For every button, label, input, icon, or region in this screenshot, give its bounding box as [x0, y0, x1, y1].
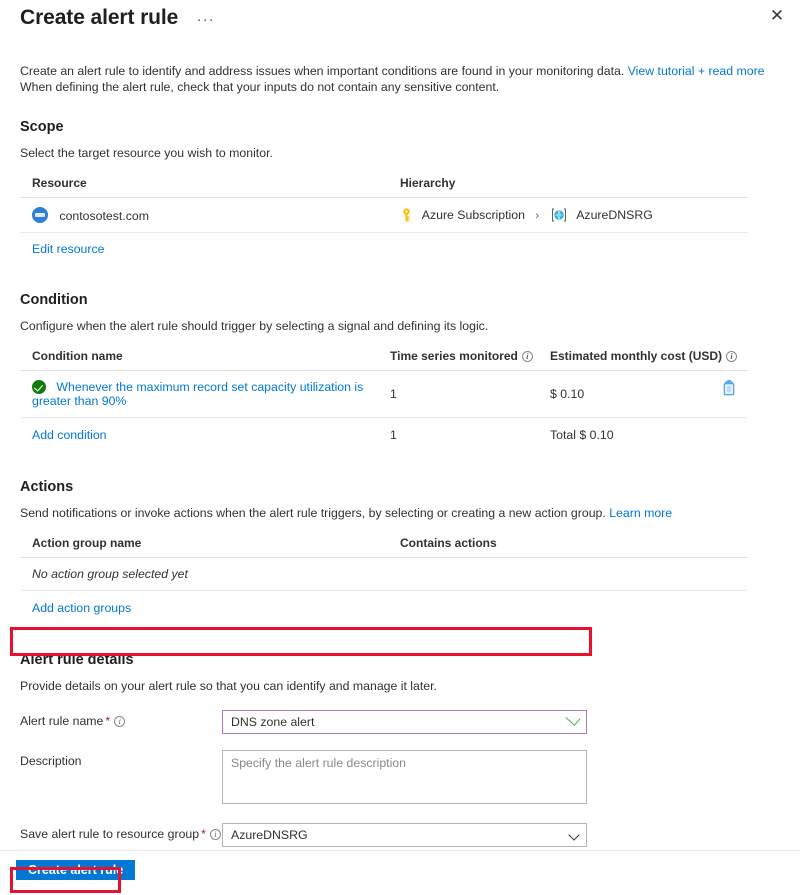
- condition-title: Condition: [20, 292, 88, 308]
- scope-table: Resource Hierarchy contosotest.com Azure…: [20, 172, 748, 265]
- table-header-row: Resource Hierarchy: [20, 172, 748, 198]
- condition-table: Condition name Time series monitored i Es…: [20, 345, 748, 451]
- actions-add-cell: Add action groups: [20, 591, 400, 625]
- resource-group-value: AzureDNSRG: [231, 828, 308, 842]
- description-label: Description: [20, 754, 82, 768]
- condition-total-cost: Total $ 0.10: [550, 428, 614, 442]
- blade-content: Create an alert rule to identify and add…: [0, 63, 800, 895]
- condition-cost-cell: $ 0.10: [550, 370, 748, 418]
- info-icon[interactable]: i: [521, 351, 533, 362]
- condition-column-cost: Estimated monthly cost (USD) i: [550, 345, 748, 371]
- actions-section: Actions Send notifications or invoke act…: [20, 479, 780, 624]
- resource-group-icon: [551, 208, 567, 222]
- scope-resource-group-name: AzureDNSRG: [576, 208, 653, 222]
- condition-description: Configure when the alert rule should tri…: [20, 319, 489, 333]
- actions-table: Action group name Contains actions No ac…: [20, 532, 748, 624]
- scope-subscription-name: Azure Subscription: [421, 208, 525, 222]
- condition-name-link[interactable]: Whenever the maximum record set capacity…: [32, 380, 363, 408]
- table-row: Whenever the maximum record set capacity…: [20, 370, 748, 418]
- intro-text: Create an alert rule to identify and add…: [20, 63, 780, 95]
- table-header-row: Condition name Time series monitored i Es…: [20, 345, 748, 371]
- view-tutorial-link[interactable]: View tutorial + read more: [628, 64, 765, 78]
- details-title: Alert rule details: [20, 652, 134, 668]
- condition-column-name: Condition name: [20, 345, 390, 371]
- scope-resource-cell: contosotest.com: [20, 197, 400, 233]
- table-header-row: Action group name Contains actions: [20, 532, 748, 558]
- table-row: No action group selected yet: [20, 557, 748, 591]
- details-description: Provide details on your alert rule so th…: [20, 679, 437, 693]
- description-row: Description: [20, 750, 780, 809]
- actions-empty-text: No action group selected yet: [20, 557, 400, 591]
- chevron-right-icon: ›: [535, 210, 540, 222]
- alert-rule-name-label: Alert rule name * i: [20, 710, 222, 728]
- scope-column-hierarchy: Hierarchy: [400, 172, 748, 198]
- info-icon[interactable]: i: [114, 716, 126, 727]
- scope-edit-cell: Edit resource: [20, 233, 400, 266]
- scope-actions-row: Edit resource: [20, 233, 748, 266]
- key-icon: [400, 208, 413, 222]
- learn-more-link[interactable]: Learn more: [609, 506, 672, 520]
- resource-group-row: Save alert rule to resource group * i Azur…: [20, 823, 780, 847]
- description-field-wrap: [222, 750, 587, 809]
- intro-line-2: When defining the alert rule, check that…: [20, 80, 500, 94]
- condition-add-cell: Add condition: [20, 418, 390, 452]
- table-row: contosotest.com Azure Subscription › Azu…: [20, 197, 748, 233]
- resource-group-select[interactable]: AzureDNSRG: [222, 823, 587, 847]
- create-alert-rule-button[interactable]: Create alert rule: [16, 860, 136, 880]
- condition-column-time-series: Time series monitored i: [390, 345, 550, 371]
- info-icon[interactable]: i: [209, 829, 221, 840]
- dns-zone-icon: [32, 207, 48, 223]
- condition-time-series-cell: 1: [390, 370, 550, 418]
- green-check-icon: [32, 380, 46, 394]
- condition-name-cell: Whenever the maximum record set capacity…: [20, 370, 390, 418]
- scope-column-resource: Resource: [20, 172, 400, 198]
- actions-column-contains: Contains actions: [400, 532, 748, 558]
- actions-description-text: Send notifications or invoke actions whe…: [20, 506, 606, 520]
- scope-resource-name: contosotest.com: [59, 209, 149, 223]
- actions-title: Actions: [20, 479, 74, 495]
- actions-column-group-name: Action group name: [20, 532, 400, 558]
- alert-rule-name-field-wrap: [222, 710, 587, 734]
- condition-total-time-series: 1: [390, 428, 397, 442]
- actions-description: Send notifications or invoke actions whe…: [20, 506, 780, 520]
- blade-footer: Create alert rule: [0, 850, 800, 895]
- create-alert-rule-blade: Create alert rule ··· ✕ Create an alert …: [0, 0, 800, 895]
- scope-description: Select the target resource you wish to m…: [20, 146, 273, 160]
- condition-add-row: Add condition 1 Total $ 0.10: [20, 418, 748, 452]
- scope-section: Scope Select the target resource you wis…: [20, 119, 780, 265]
- resource-group-label: Save alert rule to resource group * i: [20, 823, 222, 841]
- alert-rule-name-row: Alert rule name * i: [20, 710, 780, 734]
- page-title: Create alert rule: [20, 6, 179, 29]
- info-icon[interactable]: i: [726, 351, 738, 362]
- required-indicator: *: [201, 827, 206, 841]
- trash-icon[interactable]: [720, 379, 738, 397]
- condition-section: Condition Configure when the alert rule …: [20, 292, 780, 451]
- more-options-icon[interactable]: ···: [197, 12, 215, 27]
- scope-hierarchy-cell: Azure Subscription › AzureDNSRG: [400, 197, 748, 233]
- intro-line-1: Create an alert rule to identify and add…: [20, 64, 625, 78]
- close-icon[interactable]: ✕: [766, 6, 788, 28]
- blade-header: Create alert rule ··· ✕: [0, 0, 800, 40]
- alert-rule-name-input[interactable]: [222, 710, 587, 734]
- add-condition-link[interactable]: Add condition: [32, 428, 107, 442]
- resource-group-field-wrap: AzureDNSRG: [222, 823, 587, 847]
- description-textarea[interactable]: [222, 750, 587, 804]
- required-indicator: *: [105, 714, 111, 728]
- edit-resource-link[interactable]: Edit resource: [32, 242, 104, 256]
- scope-title: Scope: [20, 119, 64, 135]
- actions-add-row: Add action groups: [20, 591, 748, 625]
- add-action-groups-link[interactable]: Add action groups: [32, 601, 131, 615]
